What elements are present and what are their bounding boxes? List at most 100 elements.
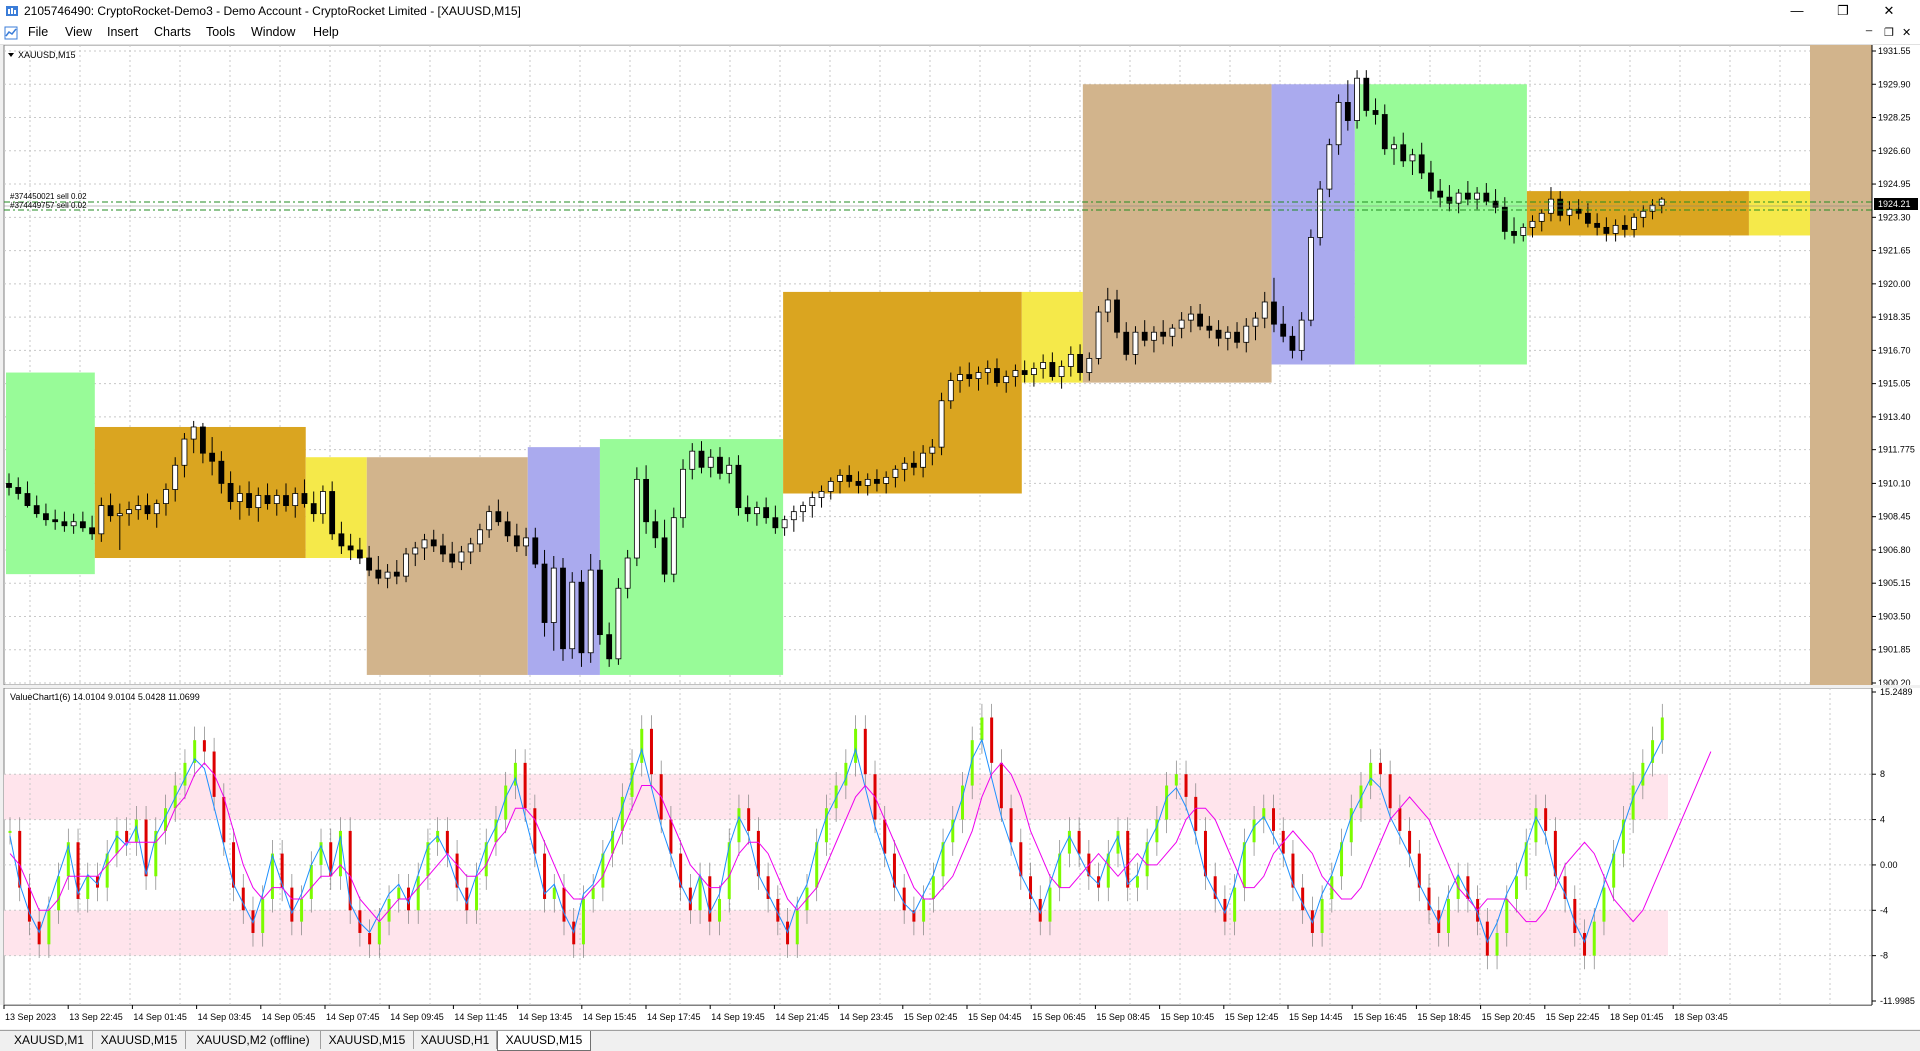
indicator-bar — [416, 876, 420, 911]
indicator-bar — [1534, 808, 1538, 843]
tab-xauusd-m15-active[interactable]: XAUUSD,M15 — [497, 1031, 591, 1051]
candle-body — [1252, 317, 1259, 327]
indicator-bar — [960, 785, 964, 820]
candle-body — [190, 426, 197, 440]
candle-body — [707, 456, 714, 468]
candle-body — [615, 587, 622, 660]
menu-insert[interactable]: Insert — [107, 25, 138, 39]
candle-body — [1483, 192, 1490, 202]
mdi-minimize-button[interactable]: _ — [1866, 20, 1872, 32]
candle-body — [1197, 313, 1203, 327]
indicator-bar — [1349, 808, 1353, 843]
candle-body — [698, 450, 705, 468]
candle-body — [1243, 325, 1250, 343]
indicator-label: ValueChart1(6) 14.0104 9.0104 5.0428 11.… — [10, 692, 200, 702]
indicator-tick-label: -4 — [1880, 905, 1888, 915]
minimize-button[interactable]: — — [1774, 0, 1820, 22]
candle-body — [338, 533, 345, 547]
candle-body — [1114, 299, 1120, 333]
candle-body — [892, 468, 899, 478]
indicator-bar — [620, 796, 624, 831]
menu-charts[interactable]: Charts — [154, 25, 191, 39]
indicator-bar — [1544, 808, 1548, 831]
menu-file[interactable]: File — [28, 25, 48, 39]
candle-body — [33, 505, 40, 515]
candle-body — [1012, 370, 1019, 377]
indicator-bar — [854, 728, 858, 763]
candle-body — [1215, 329, 1222, 339]
indicator-bar — [368, 932, 372, 945]
price-chart[interactable]: 1931.55 1929.90 1928.25 1926.60 1924.95 1923.… — [0, 45, 1920, 685]
tab-xauusd-m15[interactable]: XAUUSD,M15 — [93, 1031, 186, 1049]
candle-body — [1178, 319, 1185, 329]
indicator-bar — [1514, 876, 1518, 899]
candle-body — [403, 553, 409, 577]
candle-body — [597, 569, 603, 636]
candle-body — [301, 493, 308, 504]
candle-body — [1621, 224, 1628, 230]
mdi-restore-button[interactable]: ❐ — [1884, 26, 1894, 39]
time-axis: 13 Sep 2023 13 Sep 22:45 14 Sep 01:45 14 Se… — [0, 1005, 1920, 1029]
candle-body — [458, 551, 465, 563]
tab-xauusd-m2-offline[interactable]: XAUUSD,M2 (offline) — [186, 1031, 321, 1049]
candle-body — [440, 545, 446, 555]
time-tick-label: 14 Sep 13:45 — [519, 1012, 573, 1022]
candle-body — [1381, 114, 1388, 150]
candle-body — [744, 507, 751, 515]
candle-body — [1224, 331, 1231, 339]
candle-body — [320, 491, 326, 515]
indicator-window[interactable]: 15.2489 8 4 0.00 -4 -8 -11.9985 ValueChart1(6)… — [0, 688, 1920, 1005]
price-tick-label: 1915.05 — [1878, 379, 1911, 389]
indicator-bar — [27, 887, 31, 922]
indicator-bar — [1592, 921, 1596, 956]
time-tick-label: 14 Sep 07:45 — [326, 1012, 380, 1022]
candle-body — [264, 495, 271, 504]
candle-body — [809, 497, 816, 506]
indicator-bar — [523, 762, 527, 809]
candle-body — [920, 452, 926, 468]
session-box — [366, 457, 528, 675]
candle-body — [1261, 301, 1268, 319]
tab-xauusd-m15-2[interactable]: XAUUSD,M15 — [321, 1031, 414, 1049]
menu-window[interactable]: Window — [251, 25, 295, 39]
indicator-bar — [1165, 785, 1169, 820]
tab-xauusd-m1[interactable]: XAUUSD,M1 — [6, 1031, 93, 1049]
candle-body — [763, 507, 770, 519]
price-tick-label: 1929.90 — [1878, 79, 1911, 89]
time-tick-label: 18 Sep 03:45 — [1674, 1012, 1728, 1022]
candle-body — [61, 521, 68, 527]
candle-body — [781, 519, 788, 529]
indicator-bar — [300, 898, 304, 922]
order-label-1[interactable]: #374450021 sell 0.02 — [10, 192, 87, 201]
menu-help[interactable]: Help — [313, 25, 339, 39]
restore-button[interactable]: ❐ — [1820, 0, 1866, 22]
candle-body — [70, 521, 77, 527]
candle-body — [624, 557, 631, 589]
close-button[interactable]: ✕ — [1866, 0, 1912, 22]
chart-window-icon[interactable] — [4, 26, 18, 40]
candle-body — [347, 545, 354, 551]
price-tick-label: 1906.80 — [1878, 545, 1911, 555]
candle-body — [1344, 102, 1351, 121]
time-tick-label: 14 Sep 05:45 — [262, 1012, 316, 1022]
time-tick-label: 14 Sep 11:45 — [454, 1012, 507, 1022]
candle-body — [1123, 331, 1130, 355]
candle-body — [874, 478, 880, 484]
candle-body — [218, 460, 225, 484]
indicator-bar — [640, 728, 644, 763]
candle-body — [1437, 190, 1444, 198]
indicator-bar — [1184, 774, 1188, 797]
candle-body — [476, 529, 483, 545]
candle-body — [883, 476, 890, 484]
time-tick-label: 14 Sep 01:45 — [133, 1012, 187, 1022]
mdi-close-button[interactable]: ✕ — [1902, 26, 1911, 39]
tab-xauusd-h1[interactable]: XAUUSD,H1 — [414, 1031, 497, 1049]
candle-body — [523, 537, 529, 547]
menu-tools[interactable]: Tools — [206, 25, 235, 39]
candle-body — [1049, 362, 1056, 377]
order-label-2[interactable]: #374449757 sell 0.02 — [10, 201, 87, 210]
candle-body — [569, 581, 576, 650]
indicator-bar — [737, 808, 741, 843]
menu-view[interactable]: View — [65, 25, 92, 39]
candle-body — [15, 487, 22, 494]
